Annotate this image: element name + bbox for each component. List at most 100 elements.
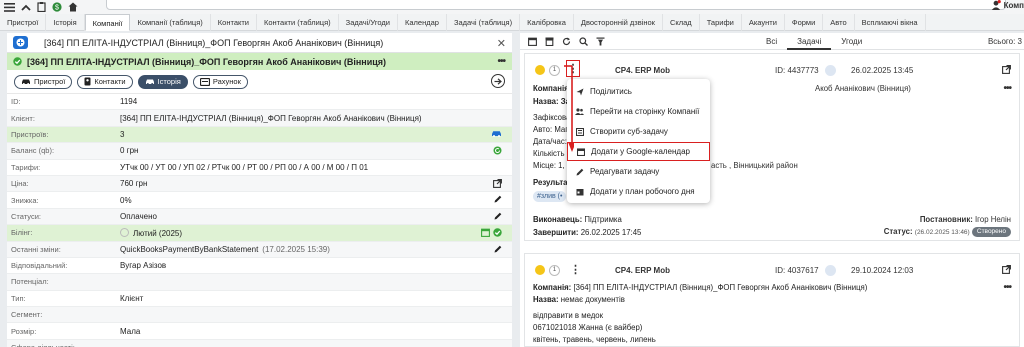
nav-tab[interactable]: Задачі (таблиця) <box>447 14 521 31</box>
menu-item[interactable]: Створити суб-задачу <box>567 122 710 141</box>
money-icon[interactable]: $ <box>52 2 62 12</box>
field-value-text: Мала <box>120 326 141 336</box>
pencil-icon[interactable] <box>494 212 502 220</box>
nav-tab[interactable]: Калібровка <box>520 14 574 31</box>
radio-icon[interactable] <box>120 227 129 237</box>
status: Статус: (26.02.2025 13:46) Створено <box>884 227 1011 237</box>
more-options-button[interactable]: ••• <box>1003 282 1011 293</box>
menu-item-label: Додати у Google-календар <box>591 147 690 156</box>
open-external-icon[interactable] <box>493 179 502 188</box>
search-input[interactable] <box>106 0 1006 10</box>
next-arrow-button[interactable] <box>491 74 505 88</box>
nav-tab[interactable]: Всплиаючі вікна <box>855 14 926 31</box>
panel-title: [364] ПП ЕЛІТА-ІНДУСТРІАЛ (Вінниця)_ФОП … <box>44 37 384 48</box>
nav-tab[interactable]: Контакти (таблиця) <box>257 14 339 31</box>
company-name: [364] ПП ЕЛІТА-ІНДУСТРІАЛ (Вінниця)_ФОП … <box>27 56 387 67</box>
invoice-button[interactable]: Рахунок <box>192 74 248 89</box>
more-options-button[interactable]: ••• <box>1003 83 1011 94</box>
menu-icon[interactable] <box>4 2 15 12</box>
field-label: Сегмент: <box>11 310 43 320</box>
task-title: CP4. ERP Mob <box>615 66 670 75</box>
nav-tab[interactable]: Двосторонній дзвінок <box>574 14 663 31</box>
arrow-right-icon <box>494 77 502 85</box>
field-label: Білінг: <box>11 228 33 238</box>
nav-tab[interactable]: Календар <box>398 14 447 31</box>
user-menu[interactable]: Комп <box>991 0 1024 10</box>
nav-tab[interactable]: Акаунти <box>742 14 785 31</box>
calendar-icon[interactable] <box>528 37 537 46</box>
field-value: Лютий (2025) <box>120 227 182 238</box>
result-label: Результат <box>533 178 572 187</box>
field-value-sub: (17.02.2025 15:39) <box>262 244 330 254</box>
calendar-icon[interactable] <box>481 228 490 238</box>
check-circle-icon[interactable] <box>493 228 502 237</box>
nav-tab[interactable]: Контакти <box>211 14 257 31</box>
chevron-up-icon[interactable] <box>21 4 31 11</box>
close-icon[interactable]: ✕ <box>497 37 506 50</box>
hashtag-badge[interactable]: #злив (• <box>533 191 567 202</box>
plan-calendar-icon <box>575 188 584 196</box>
desc-line: квітень, травень, червень, липень <box>533 335 656 344</box>
field-value: 3 <box>120 130 124 139</box>
home-icon[interactable] <box>68 2 78 12</box>
menu-item[interactable]: Редагувати задачу <box>567 162 710 181</box>
open-external-icon[interactable] <box>1002 65 1011 74</box>
nav-tab[interactable]: Задачі/Угоди <box>339 14 398 31</box>
menu-item[interactable]: Додати у Google-календар <box>567 142 710 161</box>
nav-tab[interactable]: Компанії <box>84 14 131 31</box>
refresh-icon[interactable] <box>493 146 502 155</box>
nav-tab[interactable]: Пристрої <box>0 14 47 31</box>
field-value-text: [364] ПП ЕЛІТА-ІНДУСТРІАЛ (Вінниця)_ФОП … <box>120 113 422 123</box>
task-card[interactable]: 1 ⋮ CP4. ERP Mob ID: 4037617 29.10.2024 … <box>524 253 1020 347</box>
nav-tab[interactable]: Історія <box>46 14 85 31</box>
contacts-button[interactable]: Контакти <box>77 74 133 89</box>
field-label: Знижка: <box>11 195 39 205</box>
desc-line-rest: асть , Вінницький район <box>711 161 798 170</box>
tab-deals[interactable]: Угоди <box>831 33 872 50</box>
menu-item[interactable]: Додати у план робочого дня <box>567 182 710 201</box>
tab-tasks[interactable]: Задачі <box>787 33 832 50</box>
kebab-menu-button[interactable]: ⋮ <box>570 263 581 276</box>
archive-icon[interactable] <box>545 37 554 46</box>
menu-item[interactable]: Перейти на сторінку Компанії <box>567 102 710 121</box>
field-value: 0 грн <box>120 146 138 155</box>
pencil-icon[interactable] <box>494 245 502 253</box>
tab-all[interactable]: Всі <box>756 33 787 50</box>
counter-badge: 1 <box>549 265 560 276</box>
tasks-toolbar: Всі Задачі Угоди Всього: 3 <box>520 33 1024 50</box>
field-row: Тарифи: УТчк 00 / УТ 00 / УП 02 / РТчк 00… <box>7 160 512 176</box>
field-row: Розмір: Мала <box>7 323 512 340</box>
field-label: ID: <box>11 97 21 107</box>
search-icon[interactable] <box>579 36 588 46</box>
field-row: Відповідальний: Вугар Азізов <box>7 258 512 275</box>
nav-tab[interactable]: Компанії (таблиця) <box>130 14 211 31</box>
desc-line: відправити в медок <box>533 311 604 320</box>
link-icon[interactable] <box>825 65 836 76</box>
field-row: ID: 1194 <box>7 94 512 111</box>
author: Постановник: Ігор Нелін <box>919 215 1011 224</box>
field-value: 760 грн <box>120 179 147 188</box>
more-options-button[interactable]: ••• <box>497 56 505 67</box>
clipboard-icon[interactable] <box>37 2 46 12</box>
open-external-icon[interactable] <box>1002 265 1011 274</box>
field-value-text: Клієнт <box>120 293 144 303</box>
link-icon[interactable] <box>825 265 836 276</box>
field-label: Відповідальний: <box>11 261 68 271</box>
devices-label: Пристрої <box>34 77 66 86</box>
nav-tab[interactable]: Авто <box>823 14 855 31</box>
filter-icon[interactable] <box>596 37 605 46</box>
nav-tab[interactable]: Склад <box>663 14 700 31</box>
pencil-icon[interactable] <box>494 195 502 203</box>
devices-button[interactable]: Пристрої <box>14 74 73 89</box>
nav-tab[interactable]: Форми <box>785 14 824 31</box>
history-button[interactable]: Історія <box>137 74 188 89</box>
menu-item-label: Редагувати задачу <box>590 167 660 176</box>
executor: Виконавець: Підтримка <box>533 215 622 224</box>
contact-card-icon <box>84 77 91 86</box>
field-value: УТчк 00 / УТ 00 / УП 02 / РТчк 00 / РТ 0… <box>120 163 368 172</box>
refresh-icon[interactable] <box>562 37 571 46</box>
add-button[interactable] <box>13 36 28 49</box>
nav-tab[interactable]: Тарифи <box>700 14 742 31</box>
menu-item[interactable]: Поділитись <box>567 82 710 101</box>
car-icon[interactable] <box>491 130 502 137</box>
